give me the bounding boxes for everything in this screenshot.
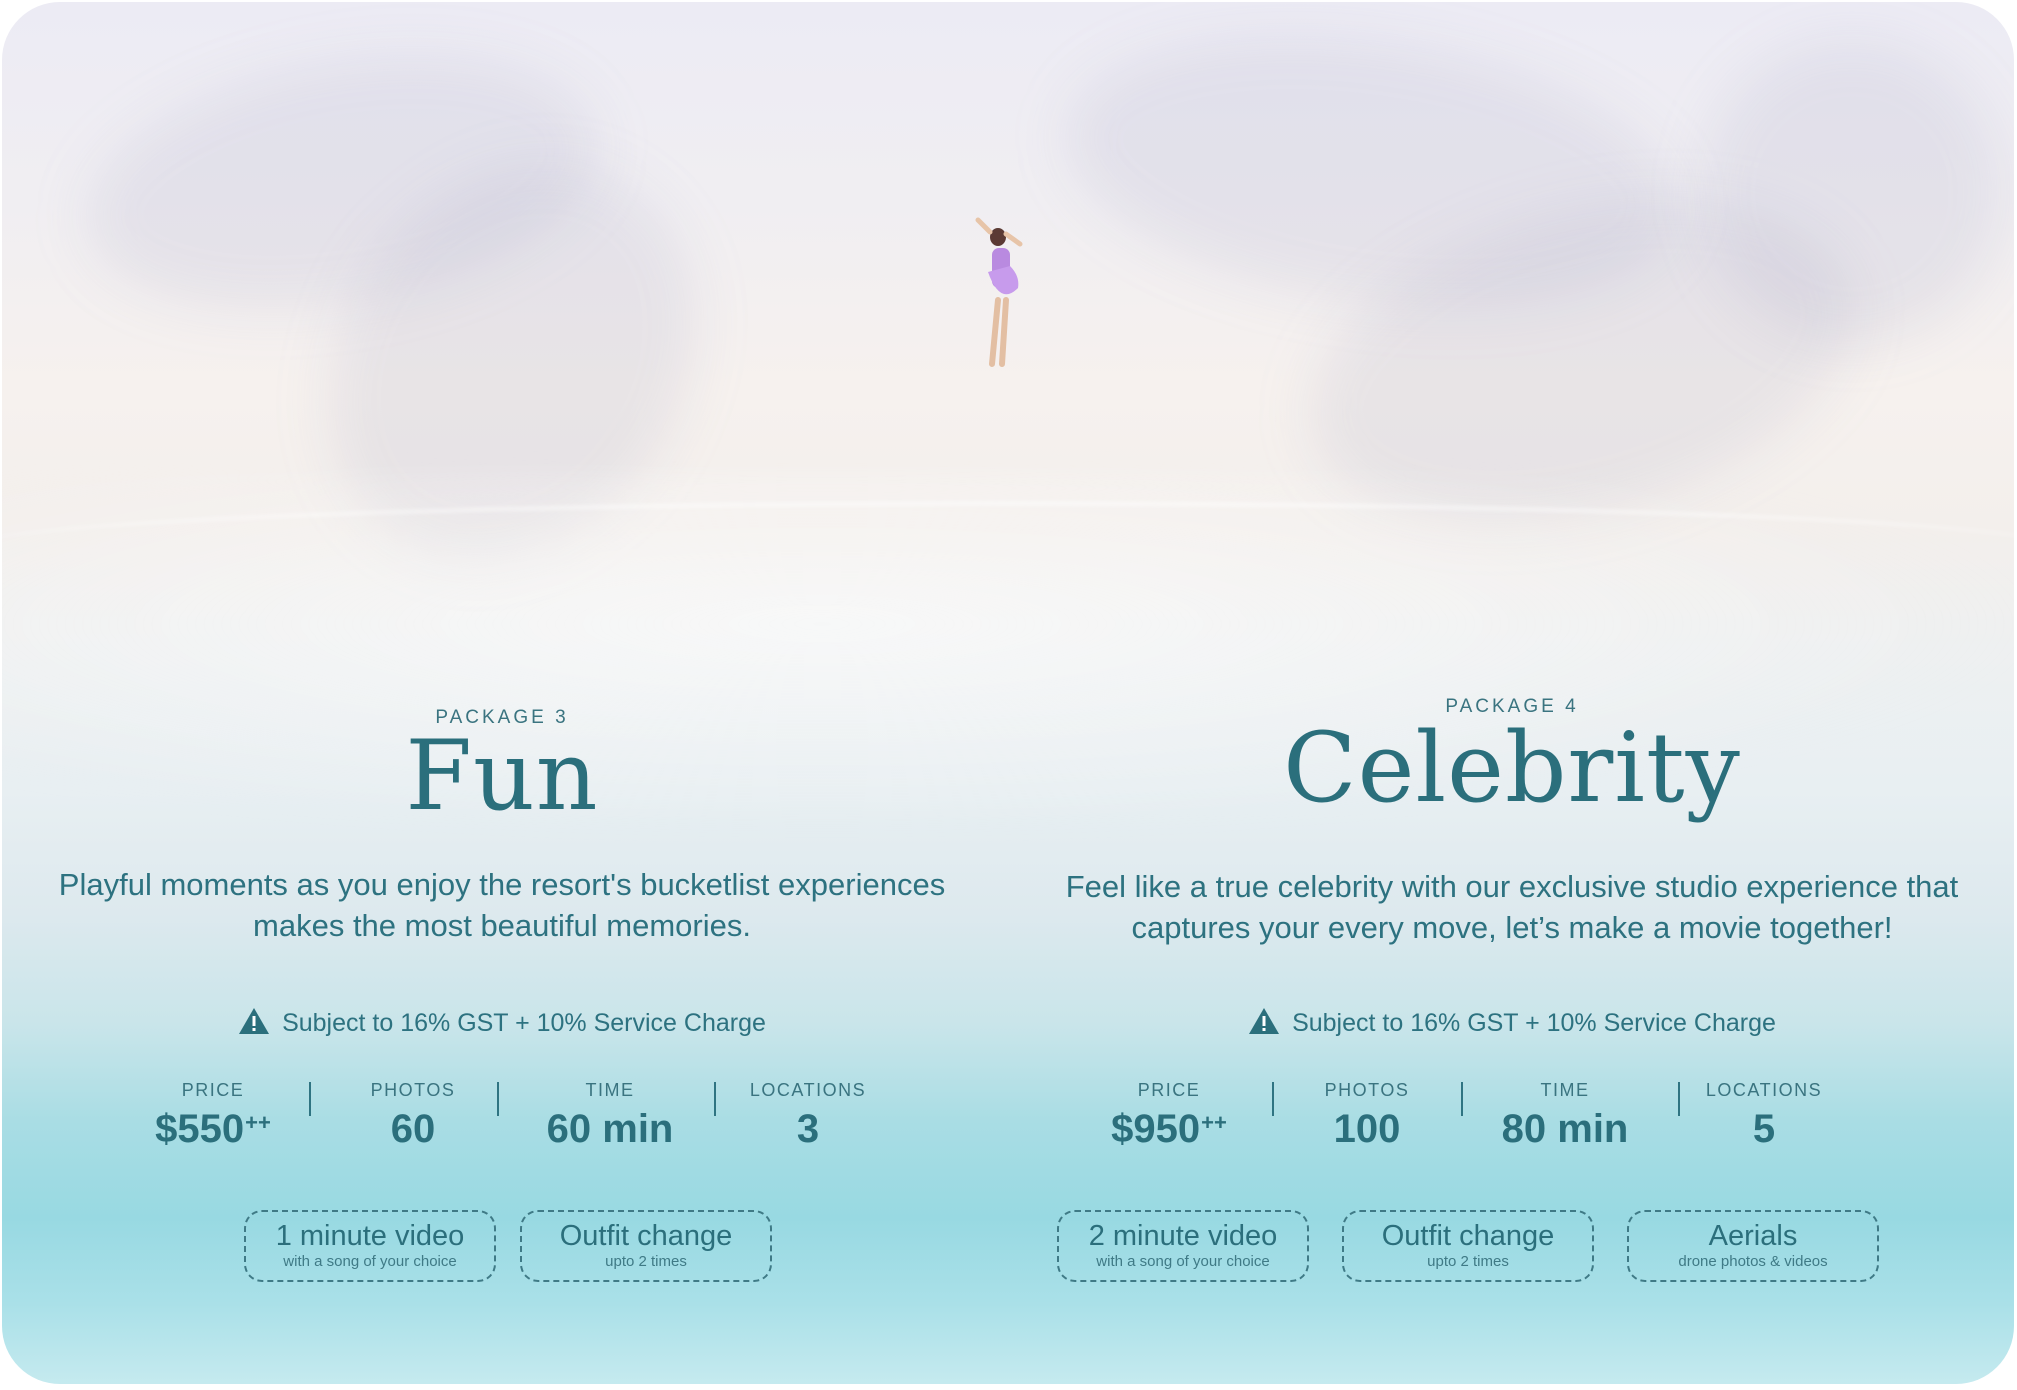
warning-triangle-icon bbox=[1249, 1008, 1280, 1034]
stat-label: PRICE bbox=[181, 1080, 245, 1100]
tax-notice-text: Subject to 16% GST + 10% Service Charge bbox=[282, 1009, 766, 1037]
package-card: PACKAGE 3 Fun Playful moments as you enj… bbox=[2, 2, 2014, 1384]
stat-label: TIME bbox=[1540, 1080, 1590, 1100]
stat-label: PHOTOS bbox=[370, 1080, 456, 1100]
stat-label: TIME bbox=[585, 1080, 635, 1100]
stat-price: PRICE $550++ bbox=[113, 1080, 313, 1152]
divider bbox=[309, 1082, 311, 1116]
extra-title: 2 minute video bbox=[1088, 1220, 1278, 1252]
package-description: Feel like a true celebrity with our excl… bbox=[1065, 869, 1959, 945]
extra-subtitle: upto 2 times bbox=[1427, 1253, 1509, 1270]
extra-subtitle: with a song of your choice bbox=[283, 1253, 457, 1270]
stat-value: $950++ bbox=[1111, 1107, 1227, 1151]
package-description: Playful moments as you enjoy the resort'… bbox=[58, 867, 946, 943]
extra-title: 1 minute video bbox=[275, 1220, 465, 1252]
extra-outfit-change: Outfit change upto 2 times bbox=[520, 1210, 772, 1282]
stat-value: 60 bbox=[390, 1107, 436, 1151]
stat-value: $550++ bbox=[155, 1107, 271, 1151]
stat-photos: PHOTOS 60 bbox=[313, 1080, 513, 1152]
tax-notice: Subject to 16% GST + 10% Service Charge bbox=[1012, 1007, 2012, 1038]
package-title: Fun bbox=[405, 720, 599, 832]
stat-label: LOCATIONS bbox=[1705, 1080, 1823, 1100]
extra-video: 1 minute video with a song of your choic… bbox=[244, 1210, 496, 1282]
extra-subtitle: upto 2 times bbox=[605, 1253, 687, 1270]
tax-notice-text: Subject to 16% GST + 10% Service Charge bbox=[1292, 1009, 1776, 1037]
person-on-sand-image bbox=[975, 217, 1023, 367]
stat-value: 3 bbox=[796, 1107, 820, 1151]
stat-price: PRICE $950++ bbox=[1069, 1080, 1269, 1152]
stat-value: 60 min bbox=[546, 1107, 674, 1151]
stat-locations: LOCATIONS 3 bbox=[708, 1080, 908, 1152]
stat-value: 5 bbox=[1752, 1107, 1776, 1151]
extra-video: 2 minute video with a song of your choic… bbox=[1057, 1210, 1309, 1282]
stat-value: 100 bbox=[1333, 1107, 1401, 1151]
divider bbox=[1461, 1082, 1463, 1116]
divider bbox=[497, 1082, 499, 1116]
package-title: Celebrity bbox=[1283, 712, 1741, 824]
stat-time: TIME 80 min bbox=[1465, 1080, 1665, 1152]
stat-label: PHOTOS bbox=[1324, 1080, 1410, 1100]
extra-subtitle: with a song of your choice bbox=[1096, 1253, 1270, 1270]
stat-label: PRICE bbox=[1137, 1080, 1201, 1100]
extra-aerials: Aerials drone photos & videos bbox=[1627, 1210, 1879, 1282]
extra-title: Outfit change bbox=[559, 1220, 733, 1252]
extra-title: Aerials bbox=[1708, 1220, 1798, 1252]
stat-time: TIME 60 min bbox=[510, 1080, 710, 1152]
warning-triangle-icon bbox=[239, 1008, 270, 1034]
extra-outfit-change: Outfit change upto 2 times bbox=[1342, 1210, 1594, 1282]
stat-value: 80 min bbox=[1501, 1107, 1629, 1151]
extra-title: Outfit change bbox=[1381, 1220, 1555, 1252]
stat-label: LOCATIONS bbox=[749, 1080, 867, 1100]
extra-subtitle: drone photos & videos bbox=[1678, 1253, 1828, 1270]
stat-photos: PHOTOS 100 bbox=[1267, 1080, 1467, 1152]
stat-locations: LOCATIONS 5 bbox=[1664, 1080, 1864, 1152]
tax-notice: Subject to 16% GST + 10% Service Charge bbox=[2, 1007, 1002, 1038]
